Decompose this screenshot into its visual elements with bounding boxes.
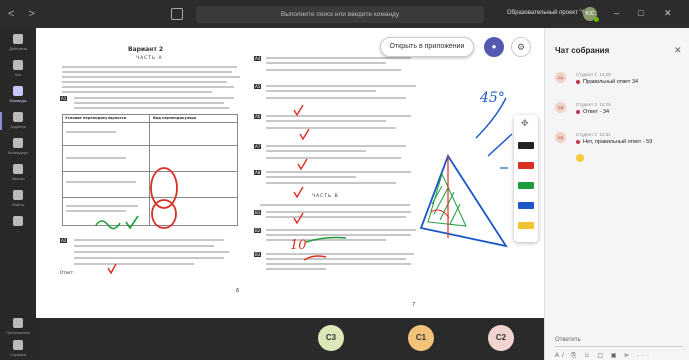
- red-check-mark: [293, 104, 304, 117]
- participant-tile[interactable]: C3: [318, 325, 344, 351]
- minimize-button[interactable]: –: [614, 8, 619, 18]
- app-rail: Действия Чат Команды Задания Календарь З…: [0, 28, 36, 360]
- red-circle-mark: [150, 167, 178, 209]
- green-pen-tool[interactable]: [518, 182, 534, 189]
- files-icon: [13, 190, 23, 200]
- green-ink-stroke: [305, 236, 347, 243]
- important-icon: [576, 79, 580, 84]
- back-button[interactable]: <: [8, 8, 14, 20]
- participant-tile[interactable]: C2: [488, 325, 514, 351]
- reply-input[interactable]: Ответить: [555, 337, 581, 343]
- assignments-icon: [13, 112, 23, 122]
- maximize-button[interactable]: □: [638, 8, 643, 18]
- chat-message: C3 Студент 3 14:29 Ответ - 34: [555, 102, 683, 122]
- teams-icon: [13, 86, 23, 96]
- green-ink-stroke: [95, 220, 121, 230]
- project-selector[interactable]: Образовательный проект "Ф...: [507, 10, 591, 16]
- rail-item-calendar[interactable]: Календарь: [0, 138, 36, 155]
- gear-icon[interactable]: ⚙: [511, 37, 531, 57]
- chat-icon: [13, 60, 23, 70]
- smile-emoji-icon: [576, 154, 584, 162]
- important-icon: [576, 109, 580, 114]
- more-icon: [13, 216, 23, 226]
- red-ink-stroke: [303, 255, 327, 261]
- bell-icon: [13, 34, 23, 44]
- green-check-mark: [125, 215, 139, 230]
- chat-message: C2 Студент 2 14:31 Нет, правильный ответ…: [555, 132, 683, 166]
- title-bar: < > Выполните поиск или введите команду …: [0, 0, 689, 28]
- person-icon[interactable]: ●: [484, 37, 504, 57]
- angle-arc: [430, 209, 450, 219]
- rail-item-calls[interactable]: Звонки: [0, 164, 36, 181]
- angle-annotation: 45°: [480, 90, 505, 106]
- avatar: C1: [555, 72, 566, 83]
- compose-icon[interactable]: [171, 8, 183, 20]
- rail-item-assignments[interactable]: Задания: [0, 112, 36, 129]
- move-icon[interactable]: ✥: [521, 118, 529, 129]
- red-check-mark: [293, 186, 304, 199]
- chat-message: C1 Студент 1 14:29 Правильный ответ 34: [555, 72, 683, 92]
- chat-title: Чат собрания: [555, 46, 610, 55]
- red-check-mark: [297, 158, 308, 171]
- apps-icon: [13, 318, 23, 328]
- ink-layer: [95, 97, 513, 275]
- blue-line-stroke: [487, 133, 513, 157]
- nav-arrows: < >: [8, 8, 35, 20]
- blue-pen-tool[interactable]: [518, 202, 534, 209]
- presence-icon: [594, 17, 599, 22]
- red-check-mark: [299, 128, 310, 141]
- open-in-app-button[interactable]: Открыть в приложении: [380, 37, 474, 57]
- avatar: C3: [555, 102, 566, 113]
- rail-item-apps[interactable]: Приложения: [0, 318, 36, 335]
- red-check-mark: [107, 263, 117, 275]
- calendar-icon: [13, 138, 23, 148]
- whiteboard-stage[interactable]: Вариант 2 ЧАСТЬ А A1 Условие перпендикул…: [36, 28, 544, 360]
- highlighter-tool[interactable]: [518, 222, 534, 229]
- handwritten-mark: 10: [290, 238, 307, 253]
- red-pen-tool[interactable]: [518, 162, 534, 169]
- compose-toolbar[interactable]: A/ ⎘ ☺ ▢ ▣ ⊳ ···: [555, 352, 652, 360]
- close-button[interactable]: ✕: [664, 8, 672, 19]
- participant-tile[interactable]: C1: [408, 325, 434, 351]
- rail-item-teams[interactable]: Команды: [0, 86, 36, 103]
- meeting-chat-panel: Чат собрания ✕ C1 Студент 1 14:29 Правил…: [544, 28, 689, 360]
- ink-toolbar: ✥: [514, 115, 538, 242]
- black-pen-tool[interactable]: [518, 142, 534, 149]
- participants-strip: [36, 318, 544, 360]
- search-input[interactable]: Выполните поиск или введите команду: [196, 6, 484, 23]
- close-icon[interactable]: ✕: [674, 45, 682, 56]
- rail-item-more[interactable]: ...: [0, 216, 36, 233]
- rail-item-chat[interactable]: Чат: [0, 60, 36, 77]
- red-circle-mark: [151, 199, 177, 229]
- forward-button[interactable]: >: [28, 8, 34, 20]
- red-check-mark: [293, 212, 304, 225]
- help-icon: [13, 340, 23, 350]
- avatar: C2: [555, 132, 566, 143]
- important-icon: [576, 139, 580, 144]
- rail-item-help[interactable]: Справка: [0, 340, 36, 357]
- rail-item-activity[interactable]: Действия: [0, 34, 36, 51]
- phone-icon: [13, 164, 23, 174]
- rail-item-files[interactable]: Файлы: [0, 190, 36, 207]
